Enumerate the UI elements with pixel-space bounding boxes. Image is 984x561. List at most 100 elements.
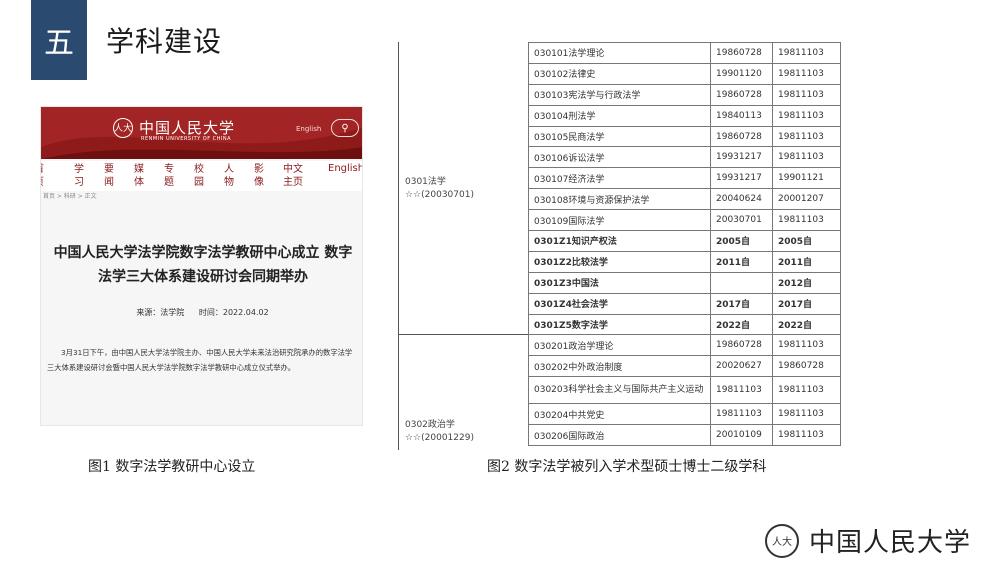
discipline-name-cell: 030107经济法学 [528,167,711,190]
table-row: 030107经济法学 19931217 19901121 [528,167,841,190]
table-row: 0301Z4社会法学 2017自 2017自 [528,292,841,315]
news-body: 3月31日下午，由中国人民大学法学院主办、中国人民大学未来法治研究院承办的数字法… [47,348,353,372]
footer-logo-cn: 中国人民大学 [809,528,972,558]
nav-item-media[interactable]: 媒体 [133,163,145,189]
table-row: 030109国际法学 20030701 19811103 [528,209,841,232]
discipline-name-cell: 030109国际法学 [528,209,711,232]
table-row: 030201政治学理论 19860728 19811103 [528,334,841,357]
master-date-cell: 19860728 [710,83,773,106]
master-date-cell: 19860728 [710,125,773,148]
group-label-politics: 0302政治学 ☆☆(20001229) [405,420,474,443]
master-date-cell: 2022自 [710,313,773,336]
master-date-cell: 2011自 [710,250,773,273]
discipline-name-cell: 030101法学理论 [528,42,711,64]
nav-item-campus[interactable]: 校园 [193,163,205,189]
discipline-name-cell: 030203科学社会主义与国际共产主义运动 [528,376,711,405]
figure2-caption: 图2 数字法学被列入学术型硕士博士二级学科 [487,459,767,475]
doctor-date-cell: 19811103 [772,424,841,447]
news-meta: 来源：法学院 时间：2022.04.02 [41,307,362,318]
master-date-cell: 20010109 [710,424,773,447]
discipline-name-cell: 030204中共党史 [528,403,711,426]
discipline-name-cell: 030105民商法学 [528,125,711,148]
news-banner: 人大 中国人民大学 RENMIN UNIVERSITY OF CHINA Eng… [41,107,362,159]
table-row: 0301Z2比较法学 2011自 2011自 [528,250,841,273]
master-date-cell: 20020627 [710,355,773,378]
master-date-cell [710,271,773,294]
disciplines-table-screenshot: 0301法学 ☆☆(20030701) 0302政治学 ☆☆(20001229)… [392,42,846,450]
section-number-badge: 五 [31,0,87,80]
doctor-date-cell: 2005自 [772,230,841,252]
nav-item-people[interactable]: 人物 [223,163,235,189]
breadcrumb: 首页 > 科研 > 正文 [43,193,97,200]
doctor-date-cell: 2017自 [772,292,841,315]
discipline-name-cell: 030106诉讼法学 [528,146,711,169]
doctor-date-cell: 19811103 [772,334,841,357]
table-row: 0301Z5数字法学 2022自 2022自 [528,313,841,336]
discipline-name-cell: 030102法律史 [528,62,711,85]
news-time: 时间：2022.04.02 [198,308,269,317]
nav-item-home[interactable]: 首页 [41,163,45,189]
figure1-caption: 图1 数字法学教研中心设立 [88,459,256,475]
nav-item-topics[interactable]: 专题 [163,163,175,189]
doctor-date-cell: 19811103 [772,403,841,426]
news-screenshot: 人大 中国人民大学 RENMIN UNIVERSITY OF CHINA Eng… [40,106,363,426]
discipline-name-cell: 030201政治学理论 [528,334,711,357]
group-separator [398,334,528,335]
table-left-rule [398,42,399,450]
discipline-name-cell: 030103宪法学与行政法学 [528,83,711,106]
news-logo[interactable]: 人大 中国人民大学 RENMIN UNIVERSITY OF CHINA [113,117,235,142]
table-row: 030108环境与资源保护法学 20040624 20001207 [528,188,841,211]
doctor-date-cell: 19901121 [772,167,841,190]
doctor-date-cell: 20001207 [772,188,841,211]
nav-item-study[interactable]: 学习 [73,163,85,189]
table-row: 030206国际政治 20010109 19811103 [528,424,841,447]
nav-item-images[interactable]: 影像 [253,163,265,189]
discipline-name-cell: 0301Z3中国法 [528,271,711,294]
doctor-date-cell: 19811103 [772,376,841,405]
table-row: 030101法学理论 19860728 19811103 [528,42,841,64]
master-date-cell: 19931217 [710,167,773,190]
discipline-name-cell: 030108环境与资源保护法学 [528,188,711,211]
master-date-cell: 19811103 [710,376,773,405]
news-headline: 中国人民大学法学院数字法学教研中心成立 数字法学三大体系建设研讨会同期举办 [53,245,353,285]
table-row: 030105民商法学 19860728 19811103 [528,125,841,148]
doctor-date-cell: 19811103 [772,104,841,127]
nav-item-news[interactable]: 要闻 [103,163,115,189]
table-row: 030203科学社会主义与国际共产主义运动 19811103 19811103 [528,376,841,405]
doctor-date-cell: 19811103 [772,209,841,232]
doctor-date-cell: 2011自 [772,250,841,273]
university-emblem-icon: 人大 [113,117,133,138]
master-date-cell: 19860728 [710,334,773,357]
news-logo-en: RENMIN UNIVERSITY OF CHINA [141,136,232,142]
master-date-cell: 20040624 [710,188,773,211]
master-date-cell: 2017自 [710,292,773,315]
table-row: 030104刑法学 19840113 19811103 [528,104,841,127]
search-icon[interactable]: ⚲ [331,119,359,137]
doctor-date-cell: 19860728 [772,355,841,378]
discipline-name-cell: 0301Z2比较法学 [528,250,711,273]
group-label-law: 0301法学 ☆☆(20030701) [405,177,474,200]
doctor-date-cell: 19811103 [772,62,841,85]
master-date-cell: 19931217 [710,146,773,169]
university-emblem-icon: 人大 [765,523,799,558]
table-row: 030202中外政治制度 20020627 19860728 [528,355,841,378]
section-title: 学科建设 [106,25,223,58]
disciplines-table: 030101法学理论 19860728 19811103 030102法律史 19901… [528,42,841,447]
doctor-date-cell: 19811103 [772,146,841,169]
nav-item-chinese-home[interactable]: 中文 主页 [281,163,305,189]
master-date-cell: 19901120 [710,62,773,85]
discipline-name-cell: 030206国际政治 [528,424,711,447]
language-toggle[interactable]: English [296,125,321,133]
table-row: 0301Z1知识产权法 2005自 2005自 [528,230,841,252]
doctor-date-cell: 19811103 [772,42,841,64]
master-date-cell: 20030701 [710,209,773,232]
master-date-cell: 19840113 [710,104,773,127]
nav-item-english[interactable]: English [328,163,362,174]
discipline-name-cell: 030104刑法学 [528,104,711,127]
doctor-date-cell: 19811103 [772,125,841,148]
master-date-cell: 19811103 [710,403,773,426]
footer-logo: 人大 中国人民大学 [765,522,971,559]
discipline-name-cell: 0301Z5数字法学 [528,313,711,336]
doctor-date-cell: 2012自 [772,271,841,294]
master-date-cell: 2005自 [710,230,773,252]
